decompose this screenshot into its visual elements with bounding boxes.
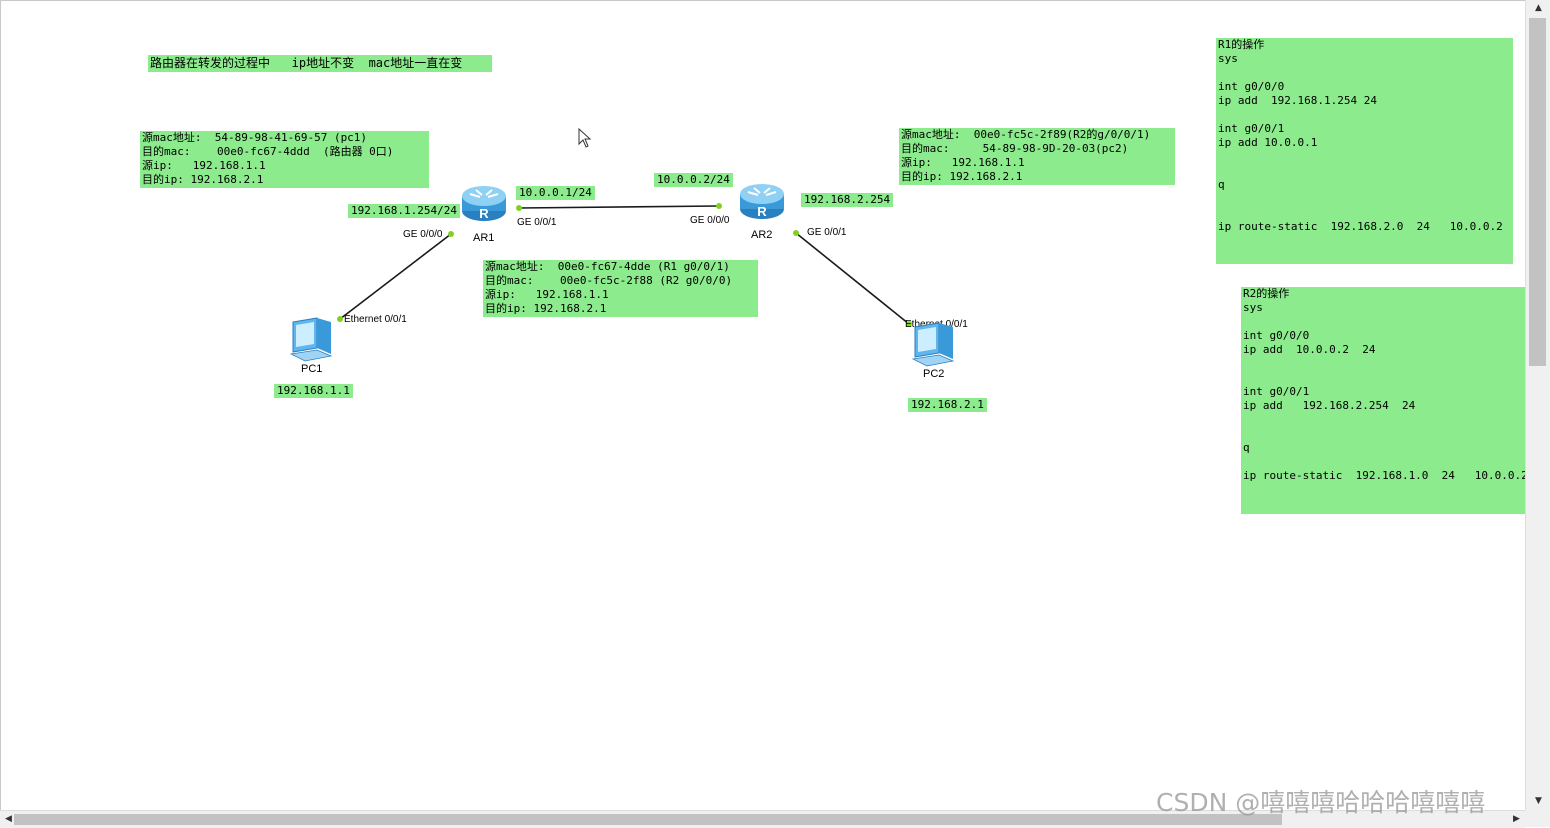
router-ar2[interactable]: R [738, 182, 786, 222]
pc1-ip-tag[interactable]: 192.168.1.1 [274, 384, 353, 398]
port-dot [516, 205, 522, 211]
r2-ops-note[interactable]: R2的操作 sys int g0/0/0 ip add 10.0.0.2 24 … [1241, 287, 1525, 514]
ar1-right-ip-tag[interactable]: 10.0.0.1/24 [516, 186, 595, 200]
scroll-up-icon[interactable]: ▲ [1526, 0, 1550, 17]
scroll-down-icon[interactable]: ▼ [1526, 793, 1550, 810]
horizontal-scroll-thumb[interactable] [14, 814, 1282, 825]
ar2-g001-label: GE 0/0/1 [807, 227, 847, 238]
ar1-g001-label: GE 0/0/1 [517, 217, 557, 228]
pc2-name: PC2 [923, 368, 945, 380]
router-ar1[interactable]: R [460, 184, 508, 224]
vertical-scroll-thumb[interactable] [1529, 18, 1546, 366]
mouse-cursor-icon [578, 128, 592, 148]
link-pc1-ar1[interactable] [339, 233, 452, 320]
link-ar1-ar2[interactable] [518, 205, 720, 209]
pc-icon [289, 317, 333, 362]
router-icon: R [740, 184, 784, 219]
pc-pc1[interactable] [287, 314, 337, 364]
ar1-g000-label: GE 0/0/0 [403, 229, 443, 240]
pc2-ip-tag[interactable]: 192.168.2.1 [908, 398, 987, 412]
scrollbar-corner [1525, 810, 1550, 827]
ar2-left-ip-tag[interactable]: 10.0.0.2/24 [654, 173, 733, 187]
port-dot [793, 230, 799, 236]
pc1-frame-note[interactable]: 源mac地址: 54-89-98-41-69-57 (pc1) 目的mac: 0… [140, 131, 429, 188]
svg-text:R: R [757, 204, 767, 219]
watermark: CSDN @嘻嘻嘻哈哈哈嘻嘻嘻 [1156, 788, 1486, 817]
port-dot [716, 203, 722, 209]
svg-text:R: R [479, 206, 489, 221]
title-note[interactable]: 路由器在转发的过程中 ip地址不变 mac地址一直在变 [148, 55, 492, 72]
vertical-scrollbar[interactable]: ▲ ▼ [1525, 0, 1550, 810]
ar2-g000-label: GE 0/0/0 [690, 215, 730, 226]
scroll-right-icon[interactable]: ▶ [1508, 811, 1525, 828]
ar2-right-ip-tag[interactable]: 192.168.2.254 [801, 193, 894, 207]
r1-ops-note[interactable]: R1的操作 sys int g0/0/0 ip add 192.168.1.25… [1216, 38, 1513, 264]
ar2-name: AR2 [751, 229, 773, 241]
port-dot [337, 316, 343, 322]
pc1-name: PC1 [301, 363, 323, 375]
pc1-eth-label: Ethernet 0/0/1 [344, 314, 407, 325]
pc-pc2[interactable] [909, 319, 959, 369]
r1r2-frame-note[interactable]: 源mac地址: 00e0-fc67-4dde (R1 g0/0/1) 目的mac… [483, 260, 758, 317]
topology-canvas[interactable]: 路由器在转发的过程中 ip地址不变 mac地址一直在变 源mac地址: 54-8… [0, 0, 1526, 811]
link-ar2-pc2[interactable] [795, 232, 910, 325]
ar1-left-ip-tag[interactable]: 192.168.1.254/24 [348, 204, 460, 218]
router-icon: R [462, 186, 506, 221]
pc-icon [911, 322, 955, 367]
port-dot [448, 231, 454, 237]
ar1-name: AR1 [473, 232, 495, 244]
r2-frame-note[interactable]: 源mac地址: 00e0-fc5c-2f89(R2的g/0/0/1) 目的mac… [899, 128, 1175, 185]
